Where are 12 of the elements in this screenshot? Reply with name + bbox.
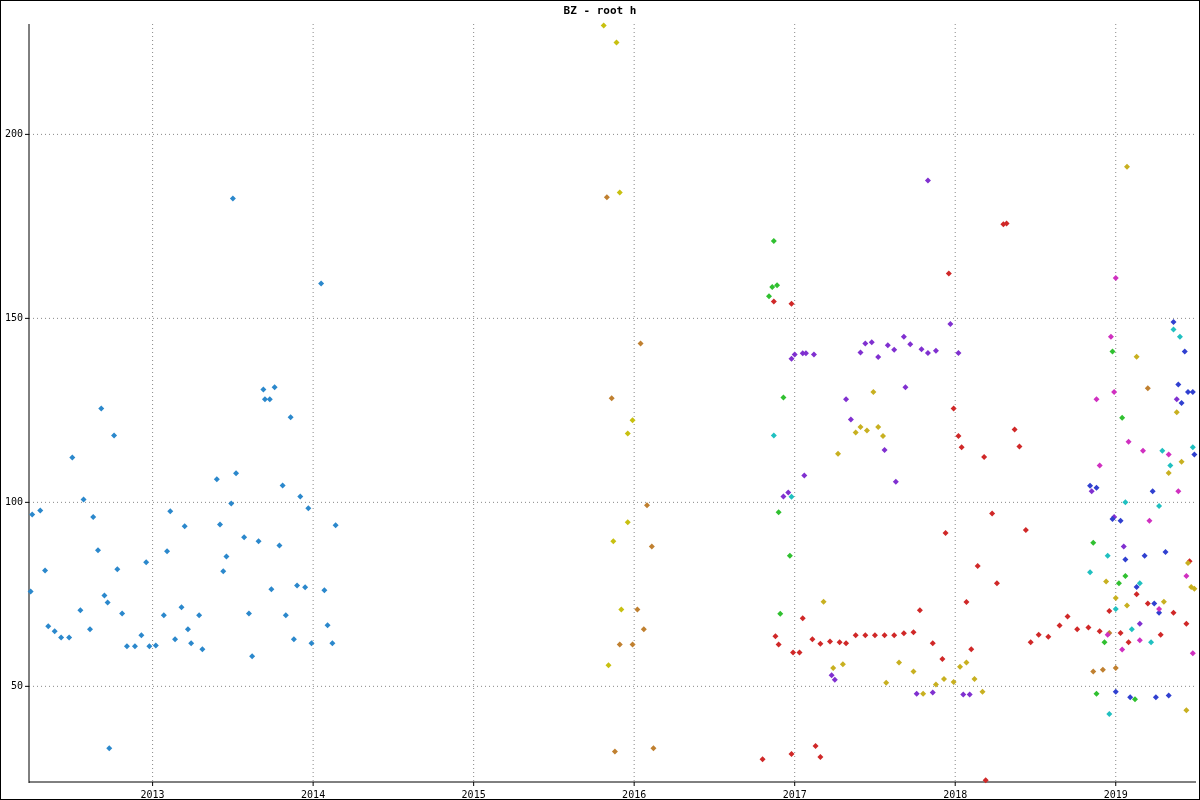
x-tick-label: 2018 (943, 789, 968, 799)
y-tick-label: 150 (4, 312, 23, 324)
x-tick-label: 2013 (140, 789, 165, 799)
x-tick-label: 2016 (622, 789, 647, 799)
chart-title: BZ - root h (563, 4, 637, 17)
x-tick-label: 2014 (301, 789, 326, 799)
x-tick-label: 2017 (782, 789, 807, 799)
y-tick-label: 200 (4, 128, 23, 140)
x-tick-label: 2019 (1103, 789, 1128, 799)
y-tick-label: 100 (4, 496, 23, 508)
y-tick-label: 50 (10, 680, 23, 692)
x-tick-label: 2015 (461, 789, 486, 799)
